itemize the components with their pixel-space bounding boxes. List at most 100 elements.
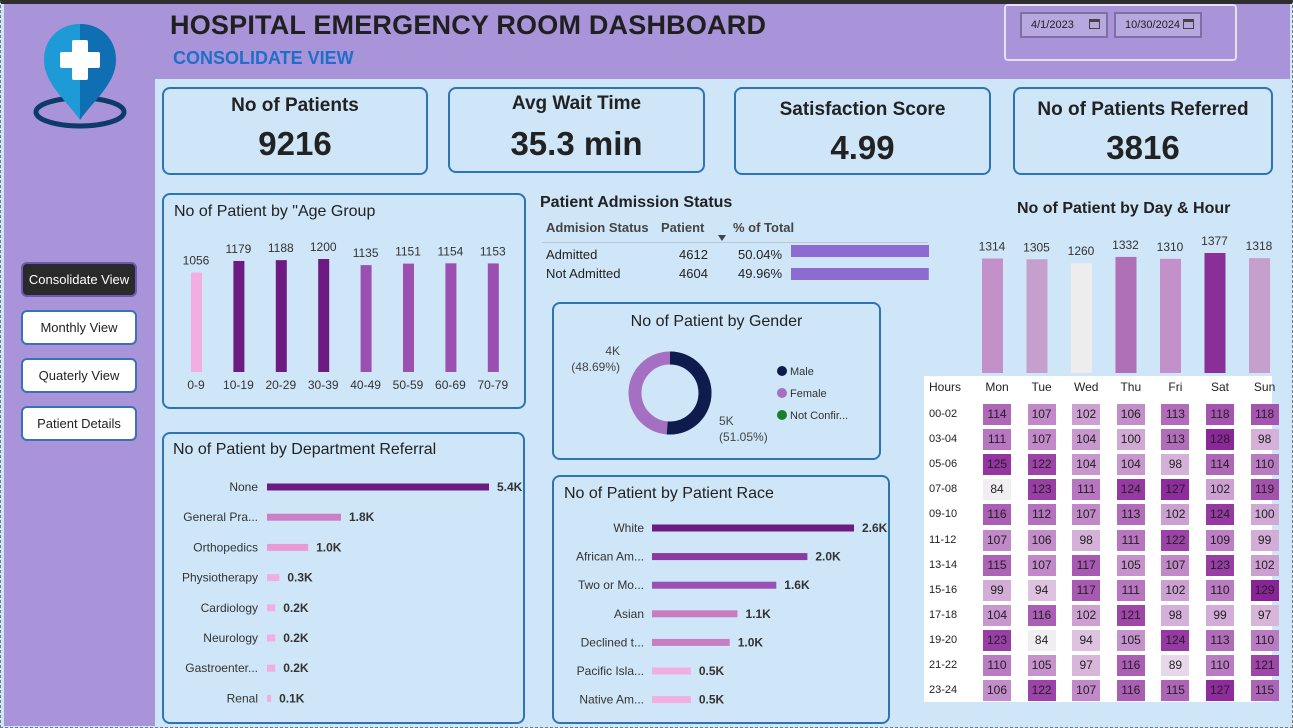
dept-category-label: Gastroenter... [185,661,258,675]
heatmap-cell: 98 [1250,429,1279,451]
nav-monthly-view-button[interactable]: Monthly View [21,310,137,345]
heatmap-cell: 104 [983,604,1011,626]
dept-bar [267,604,276,612]
kpi-label: No of Patients [231,95,359,116]
dept-value-label: 0.1K [279,691,305,705]
legend-dot-icon [777,366,787,376]
heatmap-cell: 110 [1206,579,1234,601]
heatmap-cell: 113 [1116,504,1145,526]
nav-patient-details-button[interactable]: Patient Details [21,406,137,441]
heatmap-cell: 97 [1072,655,1101,676]
heatmap-cell: 117 [1072,554,1101,576]
heatmap-cell: 110 [1206,655,1234,676]
heatmap-cell: 128 [1206,429,1234,451]
heatmap-row-label: 23-24 [929,684,958,697]
heatmap-cell: 102 [1072,604,1101,626]
age-category-label: 0-9 [187,378,205,392]
sort-descending-icon[interactable] [717,234,727,242]
dept-category-label: Renal [227,691,258,705]
admission-status-header: Admision Status [546,220,649,235]
dept-value-label: 5.4K [497,480,523,494]
heatmap-cell: 112 [1027,504,1056,526]
heatmap-row-label: 03-04 [929,433,958,446]
day-hour-chart-title: No of Patient by Day & Hour [1017,200,1231,217]
heatmap-cell: 115 [1250,680,1279,702]
nav-quarterly-view-button[interactable]: Quaterly View [21,358,137,393]
race-bar [652,638,730,646]
heatmap-cell: 107 [1072,680,1101,702]
heatmap-column-header: Sun [1253,380,1276,394]
heatmap-cell: 123 [983,629,1011,651]
heatmap-cell: 122 [1161,529,1190,551]
day-bar-label: 1332 [1112,238,1139,252]
race-bar [652,696,691,704]
heatmap-cell: 97 [1250,604,1279,626]
admission-pct-bar [791,268,929,280]
race-value-label: 1.1K [745,607,771,621]
start-date-field[interactable]: 4/1/2023 [1020,12,1108,38]
heatmap-cell: 105 [1116,629,1145,651]
heatmap-cell: 110 [1250,629,1279,651]
heatmap-row-label: 00-02 [929,408,958,420]
patient-header: Patient [661,220,705,235]
heatmap-row-header: Hours [929,380,962,394]
day-bar [1204,253,1226,373]
age-bar [403,263,414,372]
heatmap-cell: 104 [1072,454,1101,476]
heatmap-cell: 102 [1206,479,1234,501]
race-value-label: 0.5K [699,664,725,678]
heatmap-cell: 107 [1161,554,1190,576]
heatmap-cell: 104 [1116,454,1145,476]
kpi-label: Satisfaction Score [779,99,946,120]
heatmap-cell: 114 [1206,454,1234,476]
heatmap-column-header: Thu [1120,380,1142,394]
heatmap-cell: 99 [1206,604,1234,626]
heatmap-cell: 84 [983,479,1011,501]
dept-bar [267,634,276,642]
race-bar [652,553,808,561]
heatmap-cell: 102 [1072,404,1101,425]
heatmap-cell: 105 [1116,554,1145,576]
dept-category-label: Cardiology [201,601,258,615]
admission-pct-bars [791,245,929,280]
age-category-label: 30-39 [308,378,339,392]
heatmap-cell: 94 [1072,629,1101,651]
kpi-label: No of Patients Referred [1037,99,1249,120]
heatmap-cell: 118 [1206,404,1234,425]
day-bar-label: 1377 [1201,234,1228,248]
age-bar-label: 1179 [225,242,251,256]
dept-category-label: Orthopedics [193,540,258,554]
heatmap-cell: 107 [1027,554,1056,576]
race-bar [652,524,854,532]
admission-pct-cell: 49.96% [738,266,783,281]
end-date-field[interactable]: 10/30/2024 [1114,12,1202,38]
heatmap-row-label: 15-16 [929,583,958,596]
heatmap-cell: 98 [1161,454,1190,476]
age-bar-label: 1135 [353,246,379,260]
age-category-label: 50-59 [393,378,424,392]
heatmap-row-label: 05-06 [929,458,958,471]
race-category-label: Asian [614,607,644,621]
heatmap-cell: 98 [1072,529,1101,551]
calendar-icon[interactable] [1183,19,1194,29]
race-category-label: Native Am... [579,693,644,707]
legend-label: Female [790,388,827,400]
dept-category-label: Physiotherapy [182,571,258,585]
page-title: HOSPITAL EMERGENCY ROOM DASHBOARD [170,10,767,40]
gender-male-value-label: 5K [719,414,734,428]
hospital-location-logo-icon [33,24,127,129]
heatmap-cell: 107 [983,529,1011,551]
day-bar [1071,263,1092,373]
age-group-chart: 1056 0-9 1179 10-19 1188 20-29 1200 30-39 1135 40… [183,240,509,392]
kpi-value: 35.3 min [510,125,643,162]
nav-consolidate-view-button[interactable]: Consolidate View [21,262,137,297]
age-bar-label: 1151 [395,245,421,259]
heatmap-row-label: 19-20 [929,633,958,646]
race-category-label: Pacific Isla... [577,664,644,678]
heatmap-row-label: 17-18 [929,608,958,621]
calendar-icon[interactable] [1089,19,1100,29]
gender-female-pct-label: (48.69%) [571,360,620,374]
day-bar-label: 1305 [1023,240,1050,254]
dept-bar [267,664,276,672]
kpi-card-patients: No of Patients 9216 [162,87,428,175]
